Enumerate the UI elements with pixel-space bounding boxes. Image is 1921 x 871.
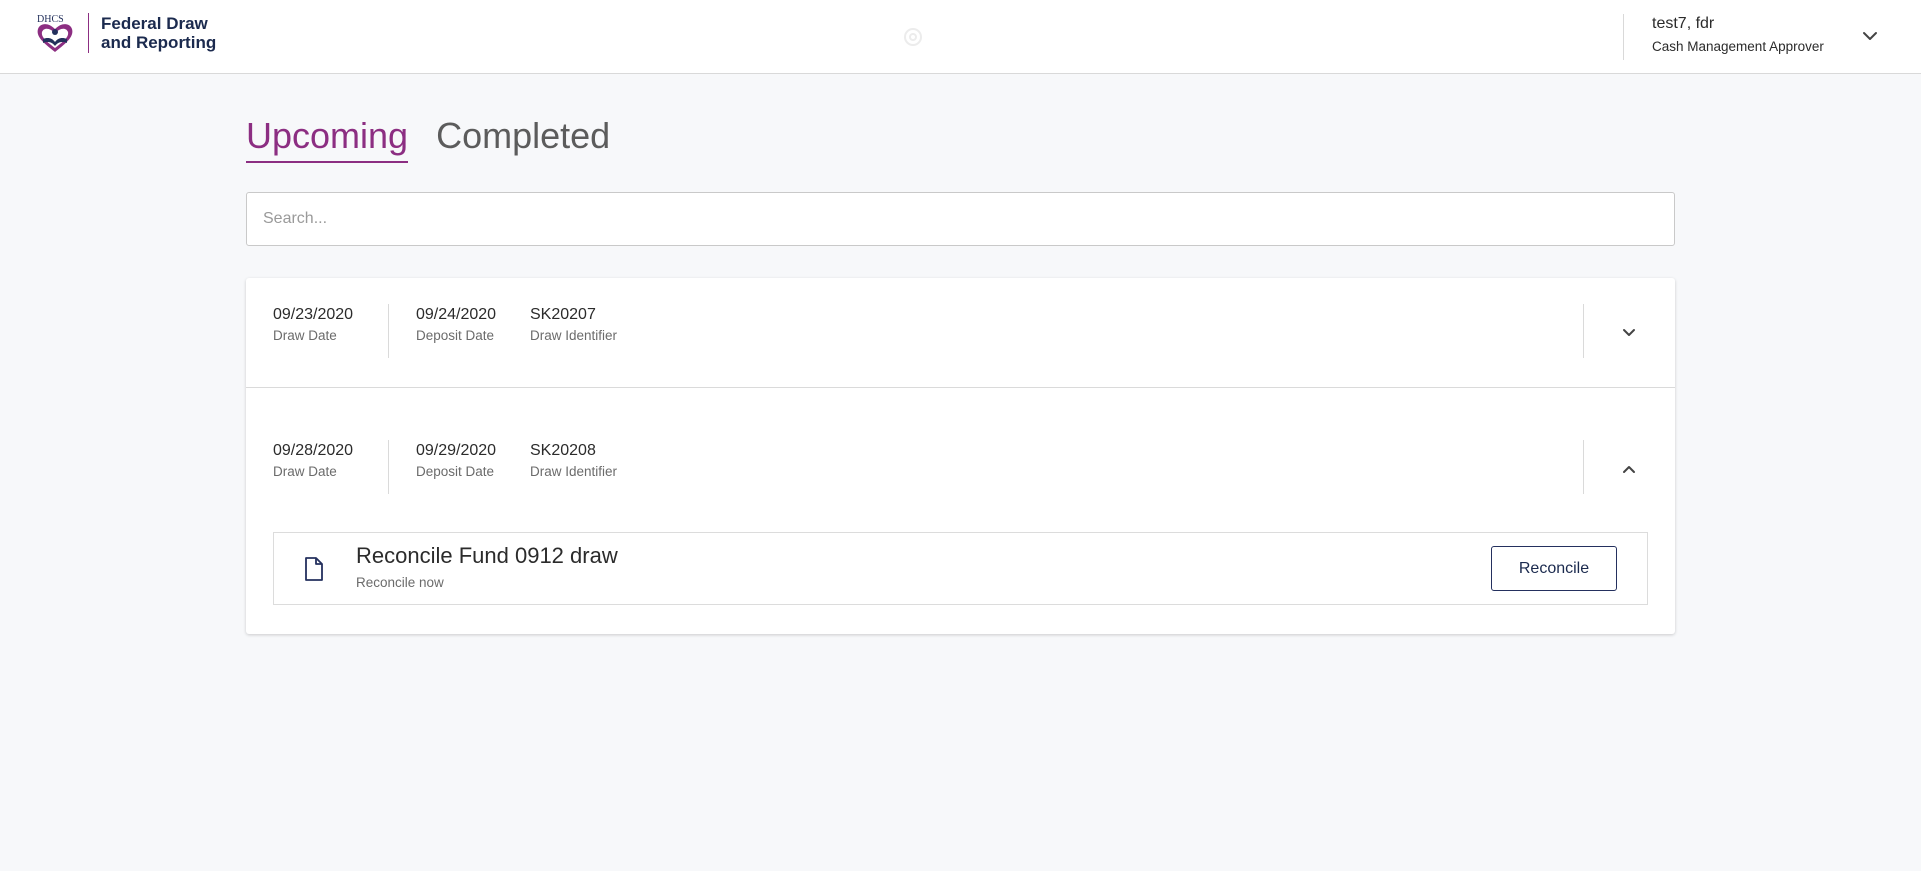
draw-date-value: 09/23/2020 bbox=[273, 306, 354, 323]
dhcs-logo-graphic: DHCS bbox=[37, 14, 73, 52]
deposit-date-field: 09/29/2020 Deposit Date bbox=[416, 442, 496, 479]
action-divider bbox=[1583, 440, 1584, 494]
deposit-date-label: Deposit Date bbox=[416, 464, 495, 479]
brand-divider bbox=[88, 13, 89, 53]
draw-date-field: 09/23/2020 Draw Date bbox=[273, 306, 353, 343]
app-name: Federal Draw and Reporting bbox=[101, 14, 216, 52]
loading-spinner-icon bbox=[902, 26, 924, 48]
draw-identifier-field: SK20208 Draw Identifier bbox=[530, 442, 617, 479]
chevron-down-icon[interactable] bbox=[1860, 26, 1880, 46]
draw-date-label: Draw Date bbox=[273, 464, 337, 479]
app-header: DHCS Federal Draw and Reporting test7, f… bbox=[0, 0, 1921, 74]
app-name-line2: and Reporting bbox=[101, 33, 217, 52]
draw-identifier-value: SK20207 bbox=[530, 306, 596, 323]
dhcs-logo-text: DHCS bbox=[37, 14, 64, 25]
deposit-date-value: 09/24/2020 bbox=[416, 306, 497, 323]
user-role: Cash Management Approver bbox=[1652, 39, 1824, 54]
action-divider bbox=[1583, 304, 1584, 358]
draw-identifier-label: Draw Identifier bbox=[530, 464, 618, 479]
brand[interactable]: DHCS Federal Draw and Reporting bbox=[34, 12, 216, 54]
tab-bar: Upcoming Completed bbox=[246, 114, 610, 163]
task-title: Reconcile Fund 0912 draw bbox=[356, 543, 618, 568]
draw-row[interactable]: 09/23/2020 Draw Date 09/24/2020 Deposit … bbox=[246, 278, 1675, 388]
search-input[interactable] bbox=[246, 192, 1675, 246]
deposit-date-field: 09/24/2020 Deposit Date bbox=[416, 306, 496, 343]
app-name-line1: Federal Draw bbox=[101, 14, 208, 33]
deposit-date-value: 09/29/2020 bbox=[416, 442, 497, 459]
draw-identifier-label: Draw Identifier bbox=[530, 328, 618, 343]
draw-date-label: Draw Date bbox=[273, 328, 337, 343]
user-menu[interactable]: test7, fdr Cash Management Approver bbox=[1623, 14, 1921, 60]
document-icon bbox=[304, 557, 324, 581]
chevron-up-icon[interactable] bbox=[1618, 458, 1640, 480]
tab-completed[interactable]: Completed bbox=[436, 114, 610, 163]
field-divider bbox=[388, 304, 389, 358]
draw-list: 09/23/2020 Draw Date 09/24/2020 Deposit … bbox=[246, 278, 1675, 634]
field-divider bbox=[388, 440, 389, 494]
draw-identifier-field: SK20207 Draw Identifier bbox=[530, 306, 617, 343]
reconcile-button[interactable]: Reconcile bbox=[1491, 546, 1617, 591]
chevron-down-icon[interactable] bbox=[1618, 322, 1640, 344]
dhcs-logo: DHCS bbox=[34, 12, 76, 54]
draw-date-field: 09/28/2020 Draw Date bbox=[273, 442, 353, 479]
tab-upcoming[interactable]: Upcoming bbox=[246, 114, 409, 163]
deposit-date-label: Deposit Date bbox=[416, 328, 495, 343]
user-name: test7, fdr bbox=[1652, 15, 1715, 32]
task-item: Reconcile Fund 0912 draw Reconcile now R… bbox=[273, 532, 1648, 605]
draw-identifier-value: SK20208 bbox=[530, 442, 596, 459]
draw-date-value: 09/28/2020 bbox=[273, 442, 354, 459]
task-subtitle: Reconcile now bbox=[356, 575, 444, 590]
